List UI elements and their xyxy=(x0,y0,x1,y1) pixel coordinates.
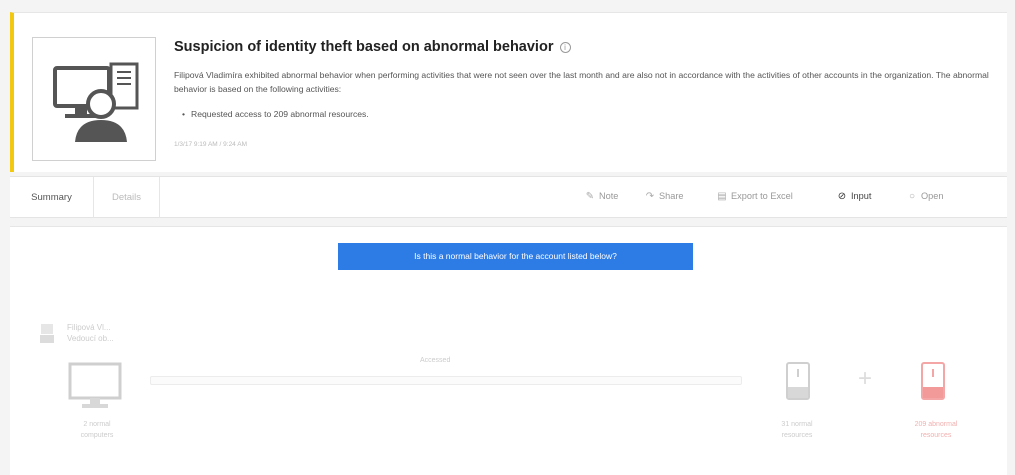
alert-title-text: Suspicion of identity theft based on abn… xyxy=(174,39,554,55)
input-icon: ⊘ xyxy=(837,191,847,202)
user-computer-icon xyxy=(53,62,139,142)
normal-computers-count[interactable]: 2 normal computers xyxy=(62,419,132,441)
note-button[interactable]: ✎ Note xyxy=(584,191,619,202)
alert-thumbnail xyxy=(32,37,156,161)
info-icon[interactable]: i xyxy=(559,42,571,53)
export-label: Export to Excel xyxy=(731,191,793,201)
alert-title: Suspicion of identity theft based on abn… xyxy=(174,39,571,55)
account-name[interactable]: Filipová Vl... Vedoucí ob... xyxy=(67,322,114,344)
normal-resources-line1: 31 normal xyxy=(781,421,813,428)
alert-card: Suspicion of identity theft based on abn… xyxy=(10,12,1007,172)
tab-bar: Summary Details ✎ Note ↷ Share ▤ Export to … xyxy=(10,176,1007,218)
share-label: Share xyxy=(659,191,684,201)
plus-icon: + xyxy=(858,365,873,392)
open-button[interactable]: ○ Open xyxy=(906,191,944,202)
input-button[interactable]: ⊘ Input xyxy=(836,191,872,202)
excel-icon: ▤ xyxy=(717,191,727,202)
user-icon xyxy=(40,324,54,343)
tab-details[interactable]: Details xyxy=(94,177,160,218)
note-label: Note xyxy=(599,191,619,201)
abnormal-resources-line1: 209 abnormal xyxy=(914,421,958,428)
normal-resources-line2: resources xyxy=(781,432,813,439)
normal-computers-line2: computers xyxy=(80,432,114,439)
page: Suspicion of identity theft based on abn… xyxy=(0,0,1015,475)
alert-description: Filipová Vladimíra exhibited abnormal be… xyxy=(174,70,989,94)
open-icon: ○ xyxy=(908,191,916,202)
tab-summary[interactable]: Summary xyxy=(10,177,94,218)
normal-computers-line1: 2 normal xyxy=(83,421,111,428)
normal-behavior-question-button[interactable]: Is this a normal behavior for the accoun… xyxy=(338,243,693,270)
normal-resource-icon xyxy=(786,362,810,400)
abnormal-resources-line2: resources xyxy=(920,432,952,439)
abnormal-resources-count[interactable]: 209 abnormal resources xyxy=(896,419,976,441)
accessed-label: Accessed xyxy=(420,357,451,364)
export-to-excel-button[interactable]: ▤ Export to Excel xyxy=(716,191,793,202)
account-name-line2: Vedoucí ob... xyxy=(67,334,114,343)
behavior-panel: Is this a normal behavior for the accoun… xyxy=(10,226,1007,475)
normal-resources-count[interactable]: 31 normal resources xyxy=(762,419,832,441)
alert-timestamp: 1/3/17 9:19 AM / 9:24 AM xyxy=(174,141,247,148)
account-name-line1: Filipová Vl... xyxy=(67,323,111,332)
share-icon: ↷ xyxy=(645,191,655,202)
input-label: Input xyxy=(851,191,872,201)
share-button[interactable]: ↷ Share xyxy=(644,191,684,202)
abnormal-resource-icon xyxy=(921,362,945,400)
alert-activity-bullet: Requested access to 209 abnormal resourc… xyxy=(182,109,369,119)
pencil-icon: ✎ xyxy=(585,191,595,202)
access-connector-bar xyxy=(150,376,742,385)
open-label: Open xyxy=(921,191,944,201)
computer-icon xyxy=(68,362,122,408)
